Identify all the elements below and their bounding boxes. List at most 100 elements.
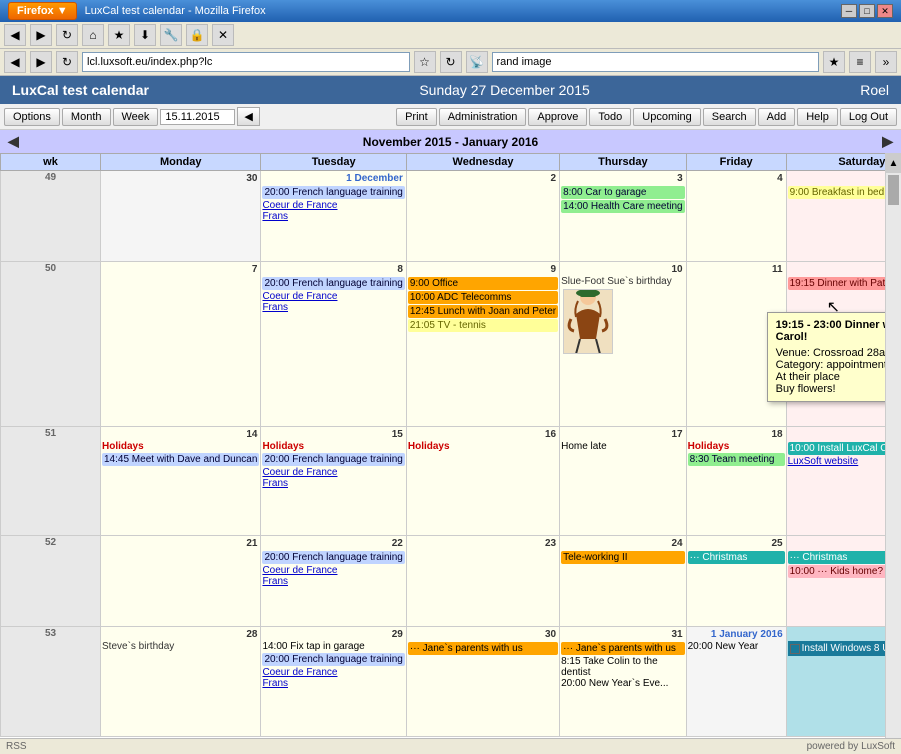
bookmark-star[interactable]: ☆ (414, 51, 436, 73)
calendar-event[interactable]: 20:00 French language training (262, 186, 404, 199)
calendar-event[interactable]: ··· Jane`s parents with us (408, 642, 558, 655)
download-button[interactable]: ⬇ (134, 24, 156, 46)
month-button[interactable]: Month (62, 108, 111, 126)
help-button[interactable]: Help (797, 108, 838, 126)
calendar-event-link[interactable]: LuxSoft website (788, 456, 885, 467)
calendar-day[interactable]: 25 ··· Christmas (686, 536, 786, 627)
calendar-day[interactable]: 26 ··· Christmas 10:00 ··· Kids home? (786, 536, 885, 627)
calendar-event[interactable]: 20:00 French language training (262, 551, 404, 564)
options-button[interactable]: Options (4, 108, 60, 126)
home-button[interactable]: ⌂ (82, 24, 104, 46)
calendar-event-link[interactable]: Coeur de France (262, 467, 404, 478)
event-checkbox[interactable] (790, 644, 800, 654)
calendar-day[interactable]: 14 Holidays 14:45 Meet with Dave and Dun… (101, 426, 261, 536)
calendar-day[interactable]: 16 Holidays (406, 426, 559, 536)
nav-back[interactable]: ◀ (4, 51, 26, 73)
todo-button[interactable]: Todo (589, 108, 631, 126)
calendar-event[interactable]: 10:00 ··· Kids home? (788, 565, 885, 578)
search-input[interactable] (492, 52, 820, 72)
calendar-event[interactable]: 14:00 Health Care meeting (561, 200, 685, 213)
calendar-event[interactable]: 8:00 Car to garage (561, 186, 685, 199)
calendar-event[interactable]: 20:00 French language training (262, 453, 404, 466)
logout-button[interactable]: Log Out (840, 108, 897, 126)
calendar-event[interactable]: 20:00 New Year`s Eve... (561, 678, 685, 689)
calendar-day[interactable]: 2 Install Windows 8 Ubuntu (786, 627, 885, 737)
calendar-event[interactable]: ··· Jane`s parents with us (561, 642, 685, 655)
forward-button[interactable]: ▶ (30, 24, 52, 46)
nav-reload[interactable]: ↻ (56, 51, 78, 73)
calendar-event[interactable]: ··· Christmas (788, 551, 885, 564)
calendar-event[interactable]: Home late (561, 441, 685, 452)
search-button[interactable]: Search (703, 108, 756, 126)
calendar-event-link[interactable]: Frans (262, 302, 404, 313)
bookmark-list[interactable]: ★ (823, 51, 845, 73)
restore-button[interactable]: □ (859, 4, 875, 18)
administration-button[interactable]: Administration (439, 108, 527, 126)
date-prev-button[interactable]: ◀ (237, 107, 259, 126)
calendar-day[interactable]: 28 Steve`s birthday (101, 627, 261, 737)
calendar-day[interactable]: 29 14:00 Fix tap in garage 20:00 French … (261, 627, 406, 737)
bookmark-button[interactable]: ★ (108, 24, 130, 46)
calendar-event[interactable]: 14:00 Fix tap in garage (262, 641, 404, 652)
calendar-event[interactable]: 9:00 Office (408, 277, 558, 290)
calendar-event-link[interactable]: Frans (262, 678, 404, 689)
calendar-event[interactable]: 19:15 Dinner with Pat and Carol! (788, 277, 885, 290)
calendar-day[interactable]: 31 ··· Jane`s parents with us 8:15 Take … (560, 627, 687, 737)
calendar-day[interactable]: 30 (101, 171, 261, 262)
calendar-event[interactable]: 21:05 TV - tennis (408, 319, 558, 332)
calendar-event-link[interactable]: Coeur de France (262, 200, 404, 211)
security-button[interactable]: 🔒 (186, 24, 208, 46)
calendar-event[interactable]: 10:00 ADC Telecomms (408, 291, 558, 304)
calendar-event[interactable]: 8:15 Take Colin to the dentist (561, 656, 685, 678)
calendar-event[interactable]: 10:00 Install LuxCal Calendar (788, 442, 885, 455)
calendar-day[interactable]: 21 (101, 536, 261, 627)
print-button[interactable]: Print (396, 108, 437, 126)
calendar-day[interactable]: 9 9:00 Office 10:00 ADC Telecomms 12:45 … (406, 261, 559, 426)
calendar-event[interactable]: ··· Christmas (688, 551, 785, 564)
date-input[interactable] (160, 109, 235, 125)
calendar-day[interactable]: 10 Slue-Foot Sue`s birthday (560, 261, 687, 426)
url-input[interactable] (82, 52, 410, 72)
close-button[interactable]: ✕ (877, 4, 893, 18)
nav-forward[interactable]: ▶ (30, 51, 52, 73)
calendar-event-link[interactable]: Frans (262, 478, 404, 489)
scrollbar[interactable]: ▲ ▼ (885, 153, 901, 738)
stop-button[interactable]: ✕ (212, 24, 234, 46)
calendar-event[interactable]: 20:00 French language training (262, 653, 404, 666)
calendar-day[interactable]: 15 Holidays 20:00 French language traini… (261, 426, 406, 536)
calendar-day[interactable]: 4 (686, 171, 786, 262)
rss-icon[interactable]: 📡 (466, 51, 488, 73)
calendar-day[interactable]: 3 8:00 Car to garage 14:00 Health Care m… (560, 171, 687, 262)
calendar-event-link[interactable]: Coeur de France (262, 667, 404, 678)
minimize-button[interactable]: ─ (841, 4, 857, 18)
calendar-day[interactable]: 22 20:00 French language training Coeur … (261, 536, 406, 627)
calendar-day[interactable]: 5 9:00 Breakfast in bed! (786, 171, 885, 262)
menu-icon[interactable]: ≡ (849, 51, 871, 73)
calendar-day[interactable]: 2 (406, 171, 559, 262)
scroll-thumb[interactable] (888, 175, 899, 205)
calendar-day[interactable]: 12 19:15 Dinner with Pat and Carol! ↖ 19… (786, 261, 885, 426)
calendar-day[interactable]: 24 Tele-working II (560, 536, 687, 627)
firefox-button[interactable]: Firefox ▼ (8, 2, 77, 20)
calendar-day[interactable]: 23 (406, 536, 559, 627)
calendar-event[interactable]: 20:00 French language training (262, 277, 404, 290)
calendar-day[interactable]: 17 Home late (560, 426, 687, 536)
calendar-day[interactable]: 1 December 20:00 French language trainin… (261, 171, 406, 262)
back-button[interactable]: ◀ (4, 24, 26, 46)
calendar-event[interactable]: Install Windows 8 Ubuntu (788, 641, 885, 656)
next-month-button[interactable]: ▶ (882, 133, 893, 150)
calendar-day[interactable]: 7 (101, 261, 261, 426)
calendar-event-link[interactable]: Coeur de France (262, 565, 404, 576)
add-button[interactable]: Add (758, 108, 796, 126)
prev-month-button[interactable]: ◀ (8, 133, 19, 150)
refresh-icon[interactable]: ↻ (440, 51, 462, 73)
reload-button[interactable]: ↻ (56, 24, 78, 46)
calendar-day[interactable]: 1 January 2016 20:00 New Year (686, 627, 786, 737)
calendar-event[interactable]: Tele-working II (561, 551, 685, 564)
approve-button[interactable]: Approve (528, 108, 587, 126)
upcoming-button[interactable]: Upcoming (633, 108, 701, 126)
calendar-event-link[interactable]: Frans (262, 576, 404, 587)
more-icon[interactable]: » (875, 51, 897, 73)
calendar-event[interactable]: 8:30 Team meeting (688, 453, 785, 466)
tools-button[interactable]: 🔧 (160, 24, 182, 46)
